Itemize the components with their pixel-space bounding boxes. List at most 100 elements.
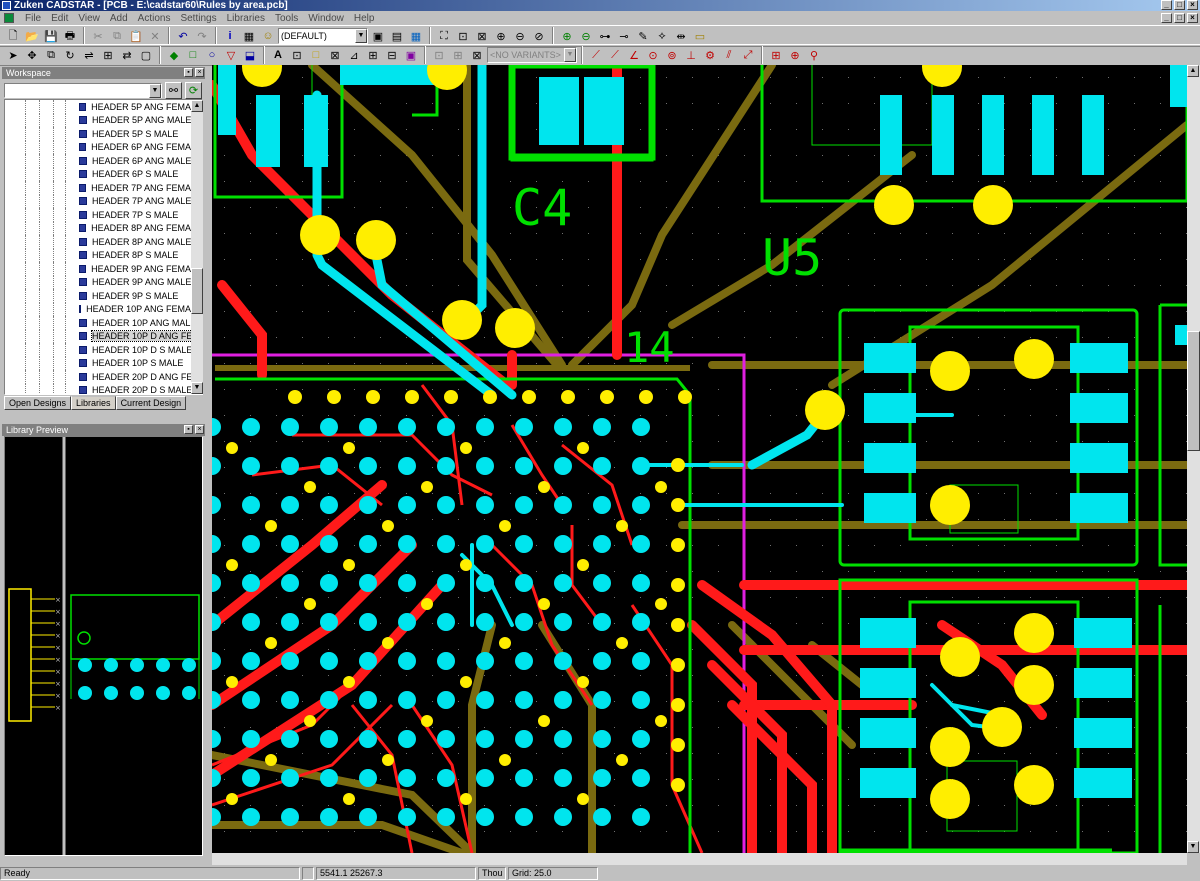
doc-minimize-button[interactable]: _ <box>1161 13 1172 23</box>
undo-icon[interactable]: ↶ <box>174 27 192 45</box>
library-item[interactable]: HEADER 9P ANG MALE <box>5 275 202 289</box>
scroll-up-icon[interactable]: ▲ <box>191 100 203 112</box>
library-item[interactable]: HEADER 6P ANG MALE <box>5 154 202 168</box>
vscroll-up-icon[interactable]: ▲ <box>1187 65 1199 77</box>
menu-window[interactable]: Window <box>303 13 349 24</box>
workspace-dock-button[interactable]: ▪ <box>184 68 193 77</box>
route-line-icon[interactable]: ⟋ <box>587 46 605 64</box>
pcb-canvas[interactable]: C4 U5 14 <box>212 65 1187 853</box>
pencil-icon[interactable]: ✎ <box>634 27 652 45</box>
rotate-icon[interactable]: ↻ <box>61 46 79 64</box>
library-tree-scrollbar[interactable]: ▲ ▼ <box>191 100 203 394</box>
component-icon[interactable]: ⬓ <box>241 46 259 64</box>
template-icon[interactable]: ⊡ <box>288 46 306 64</box>
zoom-refresh-icon[interactable]: ⊠ <box>473 27 491 45</box>
document-icon[interactable] <box>4 13 14 23</box>
zoom-previous-icon[interactable]: ⊘ <box>530 27 548 45</box>
layer-icon[interactable]: ▣ <box>402 46 420 64</box>
minimize-button[interactable]: _ <box>1161 0 1172 10</box>
variant-a-icon[interactable]: ⊡ <box>430 46 448 64</box>
menu-view[interactable]: View <box>73 13 105 24</box>
variants-combo[interactable]: <NO VARIANTS> ▼ <box>487 47 577 63</box>
route-segment-icon[interactable]: ⟋ <box>606 46 624 64</box>
copy-icon[interactable]: ⧉ <box>108 27 126 45</box>
menu-file[interactable]: File <box>20 13 46 24</box>
duplicate-icon[interactable]: ⧉ <box>42 46 60 64</box>
grid-icon[interactable]: ⊞ <box>767 46 785 64</box>
library-item[interactable]: HEADER 7P S MALE <box>5 208 202 222</box>
library-item[interactable]: HEADER 9P ANG FEMALE <box>5 262 202 276</box>
variant-b-icon[interactable]: ⊞ <box>449 46 467 64</box>
zoom-out-icon[interactable]: ⊖ <box>511 27 529 45</box>
library-item[interactable]: HEADER 8P S MALE <box>5 248 202 262</box>
library-item[interactable]: HEADER 7P ANG MALE <box>5 194 202 208</box>
swap-icon[interactable]: ⇄ <box>118 46 136 64</box>
graphic-icon[interactable]: ⊞ <box>364 46 382 64</box>
select-arrow-icon[interactable]: ➤ <box>4 46 22 64</box>
preview-close-button[interactable]: × <box>195 425 204 434</box>
menu-tools[interactable]: Tools <box>270 13 303 24</box>
library-item[interactable]: HEADER 10P ANG MALE <box>5 316 202 330</box>
print-icon[interactable]: 🖶 <box>61 27 79 45</box>
dimension-icon[interactable]: ⊿ <box>345 46 363 64</box>
route-bend-icon[interactable]: ∠ <box>625 46 643 64</box>
hatch-icon[interactable]: ⫽ <box>720 46 738 64</box>
maximize-button[interactable]: □ <box>1174 0 1185 10</box>
tab-current-design[interactable]: Current Design <box>115 396 187 410</box>
ruler-icon[interactable]: ▭ <box>691 27 709 45</box>
unroute-icon[interactable]: ⊖ <box>577 27 595 45</box>
route-icon[interactable]: ⊕ <box>558 27 576 45</box>
zoom-window-icon[interactable]: ⊡ <box>454 27 472 45</box>
target-icon[interactable]: ⊕ <box>786 46 804 64</box>
canvas-horizontal-scrollbar[interactable] <box>212 853 1187 865</box>
workspace-close-button[interactable]: × <box>195 68 204 77</box>
open-folder-icon[interactable]: 📂 <box>23 27 41 45</box>
via-icon[interactable]: ⊙ <box>644 46 662 64</box>
group-icon[interactable]: ▢ <box>137 46 155 64</box>
menu-add[interactable]: Add <box>105 13 133 24</box>
library-item[interactable]: HEADER 9P S MALE <box>5 289 202 303</box>
diag-icon[interactable]: ⤢ <box>739 46 757 64</box>
library-item[interactable]: HEADER 10P S MALE <box>5 356 202 370</box>
library-item[interactable]: HEADER 10P D ANG FEM <box>5 329 202 343</box>
zoom-in-icon[interactable]: ⊕ <box>492 27 510 45</box>
layer-window-icon[interactable]: ▣ <box>369 27 387 45</box>
pad-icon[interactable]: ⊚ <box>663 46 681 64</box>
cut-icon[interactable]: ✂ <box>89 27 107 45</box>
measure-icon[interactable]: ⇹ <box>672 27 690 45</box>
text-icon[interactable]: A <box>269 46 287 64</box>
save-icon[interactable]: 💾 <box>42 27 60 45</box>
canvas-vertical-scrollbar[interactable]: ▲ ▼ <box>1187 65 1200 853</box>
connection-icon[interactable]: ⊶ <box>596 27 614 45</box>
smiley-icon[interactable]: ☺ <box>259 27 277 45</box>
menu-edit[interactable]: Edit <box>46 13 73 24</box>
tab-open-designs[interactable]: Open Designs <box>4 396 72 410</box>
gear-icon[interactable]: ⚙ <box>701 46 719 64</box>
layer-list-icon[interactable]: ▤ <box>388 27 406 45</box>
library-item[interactable]: HEADER 6P S MALE <box>5 167 202 181</box>
info-icon[interactable]: i <box>221 27 239 45</box>
figure-icon[interactable]: ⊠ <box>326 46 344 64</box>
area-icon[interactable]: □ <box>307 46 325 64</box>
library-filter-combo[interactable]: ▼ <box>4 83 162 98</box>
new-file-icon[interactable]: 🗋 <box>4 27 22 45</box>
circle-icon[interactable]: ○ <box>203 46 221 64</box>
redo-icon[interactable]: ↷ <box>193 27 211 45</box>
library-item[interactable]: HEADER 10P D S MALE <box>5 343 202 357</box>
place-icon[interactable]: ⊟ <box>383 46 401 64</box>
library-tree[interactable]: HEADER 5P ANG FEMALE HEADER 5P ANG MALE HE… <box>4 99 203 395</box>
paste-icon[interactable]: 📋 <box>127 27 145 45</box>
refresh-icon[interactable]: ⟳ <box>185 82 202 99</box>
library-item[interactable]: HEADER 5P S MALE <box>5 127 202 141</box>
table-icon[interactable]: ▦ <box>240 27 258 45</box>
library-item[interactable]: HEADER 8P ANG FEMALE <box>5 221 202 235</box>
menu-settings[interactable]: Settings <box>175 13 221 24</box>
library-item[interactable]: HEADER 5P ANG MALE <box>5 113 202 127</box>
mirror-icon[interactable]: ⇌ <box>80 46 98 64</box>
zoom-all-icon[interactable]: ⛶ <box>435 27 453 45</box>
menu-help[interactable]: Help <box>349 13 380 24</box>
delete-icon[interactable]: ✕ <box>146 27 164 45</box>
shape-icon[interactable]: ▽ <box>222 46 240 64</box>
drc-icon[interactable]: ⚲ <box>805 46 823 64</box>
rectangle-icon[interactable]: □ <box>184 46 202 64</box>
